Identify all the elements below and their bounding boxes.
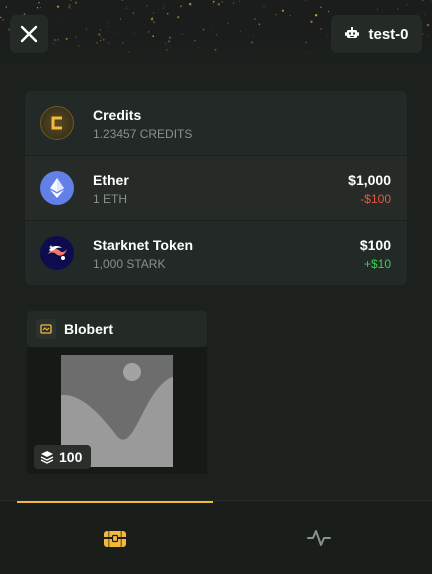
- nft-count-badge: 100: [34, 445, 91, 469]
- token-name: Starknet Token: [93, 236, 194, 253]
- tab-inventory[interactable]: [17, 501, 213, 574]
- account-button[interactable]: test-0: [331, 15, 422, 53]
- token-row-credits[interactable]: Credits 1.23457 CREDITS: [25, 91, 407, 155]
- collection-icon: [36, 319, 56, 339]
- close-icon: [20, 25, 38, 43]
- token-name: Credits: [93, 106, 142, 123]
- chest-icon: [104, 530, 126, 547]
- nft-count: 100: [59, 449, 83, 465]
- token-change: -$100: [360, 191, 391, 206]
- account-name: test-0: [368, 25, 409, 43]
- pulse-icon: [307, 529, 331, 546]
- credits-icon: [40, 106, 74, 140]
- close-button[interactable]: [10, 15, 48, 53]
- token-change: +$10: [363, 256, 391, 271]
- token-value: $1,000: [348, 171, 391, 188]
- token-row-ether[interactable]: Ether 1 ETH $1,000 -$100: [25, 156, 407, 220]
- nft-card[interactable]: 100: [27, 347, 207, 474]
- token-list: Credits 1.23457 CREDITS Ether 1 ETH $1,0…: [25, 91, 407, 285]
- tab-activity[interactable]: [221, 501, 417, 574]
- layers-icon: [40, 451, 54, 464]
- collection-title: Blobert: [64, 321, 113, 337]
- token-row-starknet[interactable]: Starknet Token 1,000 STARK $100 +$10: [25, 221, 407, 285]
- collection-header[interactable]: Blobert: [27, 311, 207, 347]
- token-amount: 1,000 STARK: [93, 256, 166, 271]
- ether-icon: [40, 171, 74, 205]
- tab-bar: [0, 500, 432, 574]
- token-amount: 1.23457 CREDITS: [93, 126, 193, 141]
- starknet-icon: [40, 236, 74, 270]
- token-amount: 1 ETH: [93, 191, 128, 206]
- token-value: $100: [359, 236, 391, 253]
- token-name: Ether: [93, 171, 129, 188]
- robot-icon: [345, 27, 360, 38]
